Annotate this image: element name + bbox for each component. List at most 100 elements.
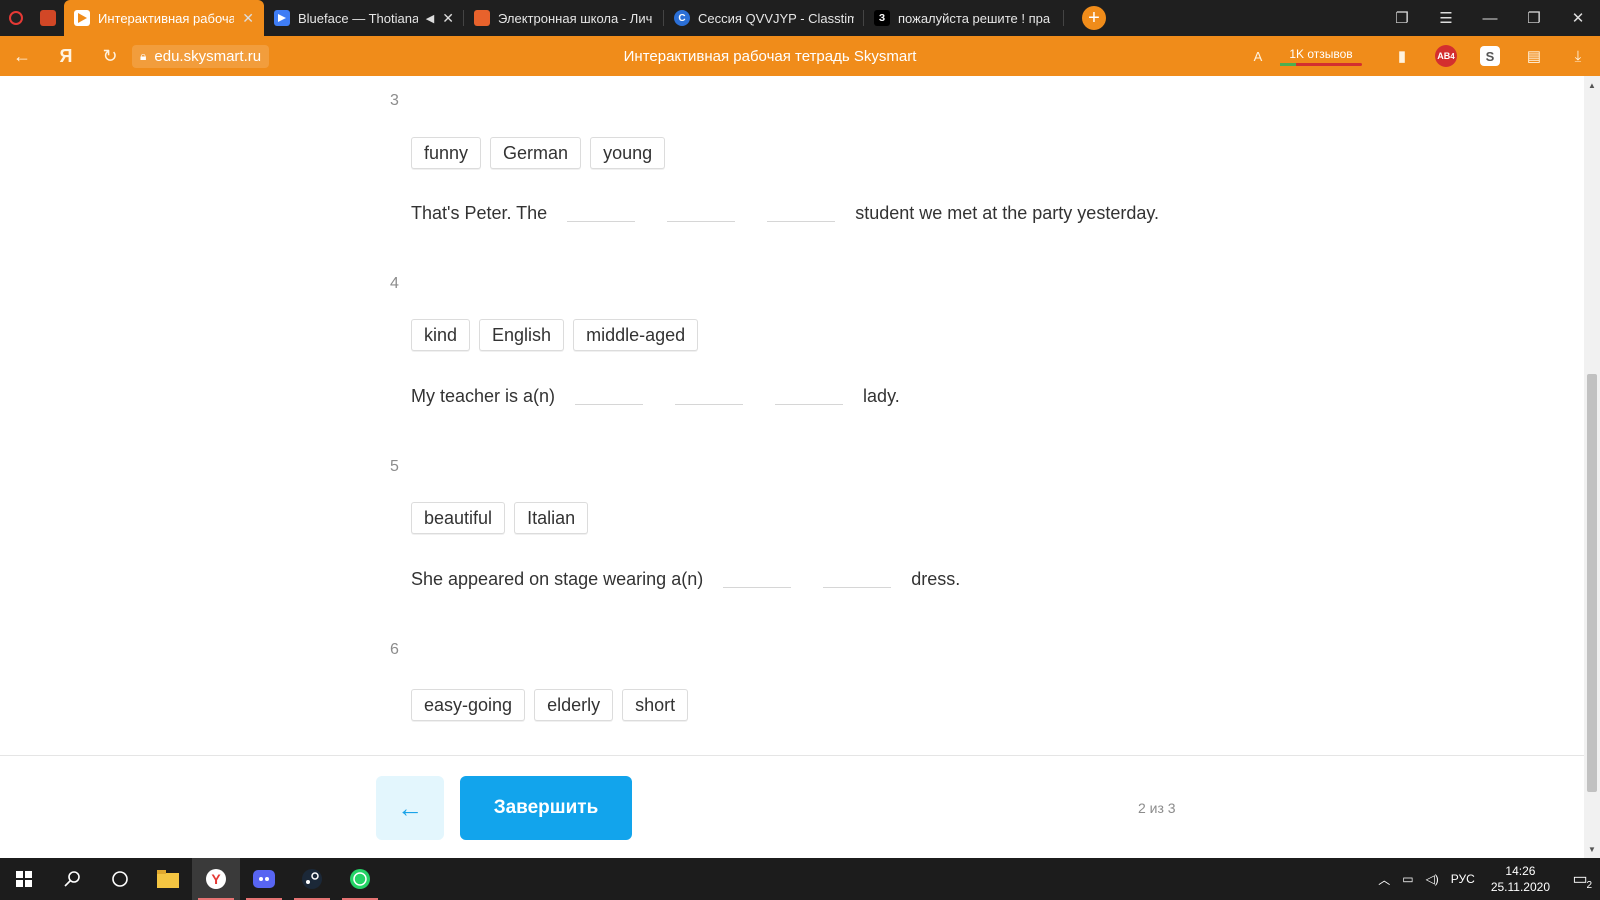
svg-text:Y: Y bbox=[211, 871, 221, 887]
record-icon bbox=[9, 11, 23, 25]
blank-slot[interactable] bbox=[767, 221, 836, 222]
system-tray: ︿ ▭ ◁) РУС 14:26 25.11.2020 ▭ 2 bbox=[1372, 858, 1600, 900]
blank-slot[interactable] bbox=[575, 404, 644, 405]
tab-skysmart[interactable]: Интерактивная рабоча ✕ bbox=[64, 0, 264, 36]
tab-title: Электронная школа - Лич bbox=[498, 10, 653, 26]
scroll-down-icon[interactable]: ▼ bbox=[1584, 842, 1600, 856]
bookmark-icon[interactable]: ▮ bbox=[1380, 36, 1424, 76]
chat-bubble-icon: ▭ bbox=[1572, 871, 1588, 888]
word-chip[interactable]: elderly bbox=[534, 689, 614, 721]
close-icon[interactable]: ✕ bbox=[442, 10, 454, 27]
skysmart-icon bbox=[74, 10, 90, 26]
adblock-icon: AB 4 bbox=[1435, 45, 1457, 67]
blank-slot[interactable] bbox=[675, 404, 744, 405]
reload-icon[interactable]: ↻ bbox=[88, 36, 132, 76]
blank-slot[interactable] bbox=[723, 587, 792, 588]
restore-button[interactable]: ❐ bbox=[1512, 0, 1556, 36]
blank-slot[interactable] bbox=[823, 587, 892, 588]
word-chip[interactable]: funny bbox=[411, 137, 482, 169]
bookmarks-panel-icon[interactable]: ❐ bbox=[1380, 0, 1424, 36]
task-number: 6 bbox=[390, 641, 399, 658]
sentence: My teacher is a(n) lady. bbox=[411, 386, 900, 407]
tab-classtime[interactable]: C Сессия QVVJYP - Classtim bbox=[664, 0, 864, 36]
task-number: 5 bbox=[390, 458, 399, 475]
word-bank: beautiful Italian bbox=[411, 502, 589, 534]
word-chip[interactable]: German bbox=[490, 137, 582, 169]
windows-taskbar: Y ︿ ▭ ◁) РУС 14:26 25.11.2020 ▭ 2 bbox=[0, 858, 1600, 900]
pinned-tab-powerpoint[interactable] bbox=[32, 0, 64, 36]
finish-button[interactable]: Завершить bbox=[460, 776, 632, 840]
blank-slot[interactable] bbox=[667, 221, 736, 222]
word-chip[interactable]: easy-going bbox=[411, 689, 526, 721]
s-extension[interactable]: S bbox=[1468, 36, 1512, 76]
volume-icon[interactable]: ◁) bbox=[1420, 872, 1445, 886]
word-chip[interactable]: young bbox=[590, 137, 666, 169]
close-window-button[interactable]: ✕ bbox=[1556, 0, 1600, 36]
tab-school[interactable]: Электронная школа - Лич bbox=[464, 0, 664, 36]
search-icon[interactable] bbox=[48, 858, 96, 900]
minimize-button[interactable]: — bbox=[1468, 0, 1512, 36]
tab-title: Blueface — Thotiana bbox=[298, 10, 418, 26]
tab-title: Сессия QVVJYP - Classtim bbox=[698, 10, 854, 26]
speaker-icon[interactable]: ◀︎ bbox=[426, 12, 434, 25]
window-controls: ❐ ☰ — ❐ ✕ bbox=[1380, 0, 1600, 36]
word-chip[interactable]: kind bbox=[411, 319, 471, 351]
new-tab-button[interactable]: + bbox=[1082, 6, 1106, 30]
network-icon[interactable]: ▭ bbox=[1396, 872, 1419, 886]
previous-page-button[interactable]: ← bbox=[376, 776, 444, 840]
task-number: 4 bbox=[390, 275, 399, 292]
adblock-extension[interactable]: AB 4 bbox=[1424, 36, 1468, 76]
tab-title: пожалуйста решите ! пра bbox=[898, 10, 1051, 26]
worksheet-content: 3 funny German young That's Peter. The s… bbox=[0, 76, 1584, 752]
sentence: That's Peter. The student we met at the … bbox=[411, 203, 1159, 224]
word-chip[interactable]: short bbox=[622, 689, 689, 721]
classtime-icon: C bbox=[674, 10, 690, 26]
blank-slot[interactable] bbox=[567, 221, 636, 222]
url-field[interactable]: 🔒︎ edu.skysmart.ru bbox=[132, 44, 270, 68]
close-icon[interactable]: ✕ bbox=[242, 10, 254, 27]
rating-bar bbox=[1280, 62, 1362, 66]
discord-icon[interactable] bbox=[240, 858, 288, 900]
tab-blueface[interactable]: Blueface — Thotiana ◀︎ ✕ bbox=[264, 0, 464, 36]
adblock-count: 4 bbox=[1450, 51, 1455, 61]
download-icon[interactable]: ⤓ bbox=[1556, 36, 1600, 76]
yandex-logo-icon[interactable]: Я bbox=[44, 36, 88, 76]
scrollbar-thumb[interactable] bbox=[1587, 374, 1597, 792]
blank-slot[interactable] bbox=[775, 404, 844, 405]
adblock-label: AB bbox=[1437, 51, 1451, 61]
reviews-button[interactable]: 1K отзывов bbox=[1280, 47, 1362, 66]
tab-znanija[interactable]: З пожалуйста решите ! пра bbox=[864, 0, 1064, 36]
language-indicator[interactable]: РУС bbox=[1445, 872, 1481, 886]
steam-icon[interactable] bbox=[288, 858, 336, 900]
translate-icon[interactable]: A bbox=[1236, 36, 1280, 76]
word-chip[interactable]: Italian bbox=[514, 502, 589, 534]
url-text: edu.skysmart.ru bbox=[154, 47, 262, 65]
pinned-tab-record[interactable] bbox=[0, 0, 32, 36]
file-explorer-icon[interactable] bbox=[144, 858, 192, 900]
address-bar: ← Я ↻ 🔒︎ edu.skysmart.ru Интерактивная р… bbox=[0, 36, 1600, 76]
back-arrow-icon[interactable]: ← bbox=[0, 36, 44, 76]
windows-start-icon[interactable] bbox=[0, 858, 48, 900]
task-view-icon[interactable] bbox=[96, 858, 144, 900]
clock-time: 14:26 bbox=[1505, 864, 1536, 878]
task-number: 3 bbox=[390, 92, 399, 109]
sentence-end: lady. bbox=[863, 386, 900, 406]
clock-date: 25.11.2020 bbox=[1490, 880, 1550, 894]
notification-center-icon[interactable]: ▭ 2 bbox=[1560, 858, 1600, 900]
word-chip[interactable]: beautiful bbox=[411, 502, 506, 534]
word-chip[interactable]: English bbox=[479, 319, 565, 351]
tab-strip: Интерактивная рабоча ✕ Blueface — Thotia… bbox=[0, 0, 1600, 36]
worksheet-footer: ← Завершить 2 из 3 bbox=[0, 755, 1584, 858]
page-scrollbar[interactable]: ▲ ▼ bbox=[1584, 76, 1600, 858]
collections-icon[interactable]: ▤ bbox=[1512, 36, 1556, 76]
word-chip[interactable]: middle-aged bbox=[573, 319, 699, 351]
page-counter: 2 из 3 bbox=[1138, 800, 1176, 816]
s-extension-icon: S bbox=[1480, 46, 1500, 66]
whatsapp-icon[interactable] bbox=[336, 858, 384, 900]
scroll-up-icon[interactable]: ▲ bbox=[1584, 78, 1600, 92]
powerpoint-icon bbox=[40, 10, 56, 26]
chevron-up-icon[interactable]: ︿ bbox=[1372, 871, 1396, 888]
clock[interactable]: 14:26 25.11.2020 bbox=[1481, 863, 1560, 895]
menu-icon[interactable]: ☰ bbox=[1424, 0, 1468, 36]
yandex-browser-icon[interactable]: Y bbox=[192, 858, 240, 900]
